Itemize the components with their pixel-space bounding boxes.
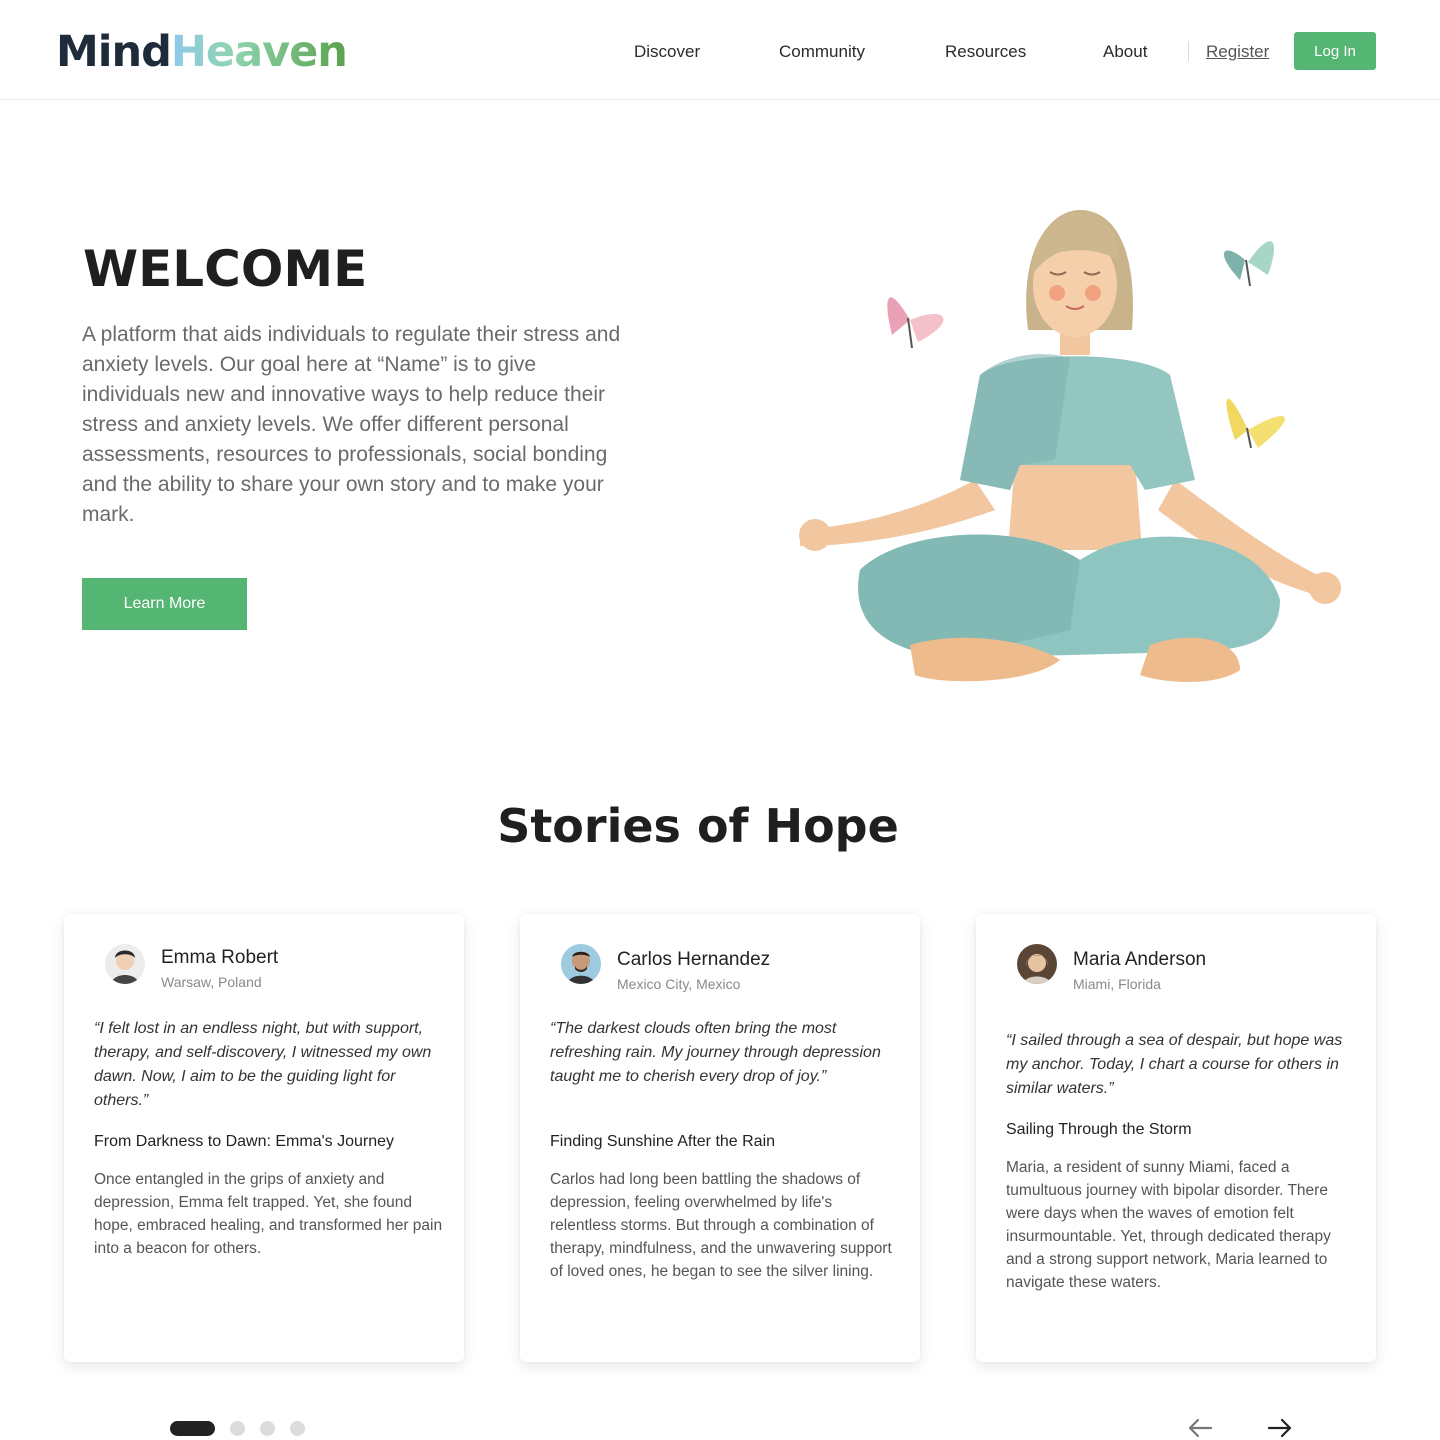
site-header: MindHeaven Discover Community Resources …: [0, 0, 1440, 100]
nav-resources[interactable]: Resources: [945, 40, 1026, 64]
story-body: Carlos had long been battling the shadow…: [550, 1171, 892, 1280]
author-name: Emma Robert: [161, 947, 279, 968]
story-quote: “I sailed through a sea of despair, but …: [1006, 1032, 1343, 1097]
hero-description: A platform that aids individuals to regu…: [82, 323, 621, 526]
yellow-butterfly-icon: [1226, 398, 1285, 449]
story-quote: “I felt lost in an endless night, but wi…: [94, 1020, 432, 1109]
nav-about[interactable]: About: [1103, 40, 1147, 64]
nav-divider: [1188, 41, 1189, 61]
logo[interactable]: MindHeaven: [56, 26, 348, 78]
logo-text-heaven: Heaven: [170, 27, 348, 77]
carousel-dot[interactable]: [230, 1421, 245, 1436]
arrow-right-icon[interactable]: [1266, 1416, 1294, 1440]
author-location: Miami, Florida: [1073, 976, 1161, 992]
avatar: [105, 944, 145, 984]
logo-text-mind: Mind: [56, 27, 172, 77]
author-location: Warsaw, Poland: [161, 974, 262, 990]
story-card[interactable]: Emma Robert Warsaw, Poland “I felt lost …: [64, 914, 464, 1362]
hero-title: WELCOME: [83, 240, 368, 298]
login-button[interactable]: Log In: [1294, 32, 1376, 70]
teal-butterfly-icon: [1223, 241, 1275, 287]
avatar: [561, 944, 601, 984]
stories-title: Stories of Hope: [497, 799, 899, 853]
avatar: [1017, 944, 1057, 984]
nav-discover[interactable]: Discover: [634, 40, 700, 64]
meditation-illustration: [799, 210, 1341, 682]
nav-community[interactable]: Community: [779, 40, 865, 64]
carousel-dot[interactable]: [290, 1421, 305, 1436]
author-name: Carlos Hernandez: [617, 949, 771, 970]
register-link[interactable]: Register: [1206, 40, 1269, 64]
story-title: Sailing Through the Storm: [1006, 1121, 1192, 1138]
story-quote: “The darkest clouds often bring the most…: [550, 1020, 881, 1085]
story-title: Finding Sunshine After the Rain: [550, 1133, 776, 1150]
carousel-dot-active[interactable]: [170, 1421, 215, 1436]
pink-butterfly-icon: [887, 297, 944, 349]
learn-more-button[interactable]: Learn More: [82, 578, 247, 630]
story-title: From Darkness to Dawn: Emma's Journey: [94, 1133, 395, 1150]
story-card[interactable]: Maria Anderson Miami, Florida “I sailed …: [976, 914, 1376, 1362]
author-name: Maria Anderson: [1073, 949, 1207, 970]
author-location: Mexico City, Mexico: [617, 976, 741, 992]
carousel-dot[interactable]: [260, 1421, 275, 1436]
story-body: Maria, a resident of sunny Miami, faced …: [1006, 1159, 1331, 1291]
story-body: Once entangled in the grips of anxiety a…: [94, 1171, 443, 1257]
story-card[interactable]: Carlos Hernandez Mexico City, Mexico “Th…: [520, 914, 920, 1362]
arrow-left-icon[interactable]: [1186, 1416, 1214, 1440]
